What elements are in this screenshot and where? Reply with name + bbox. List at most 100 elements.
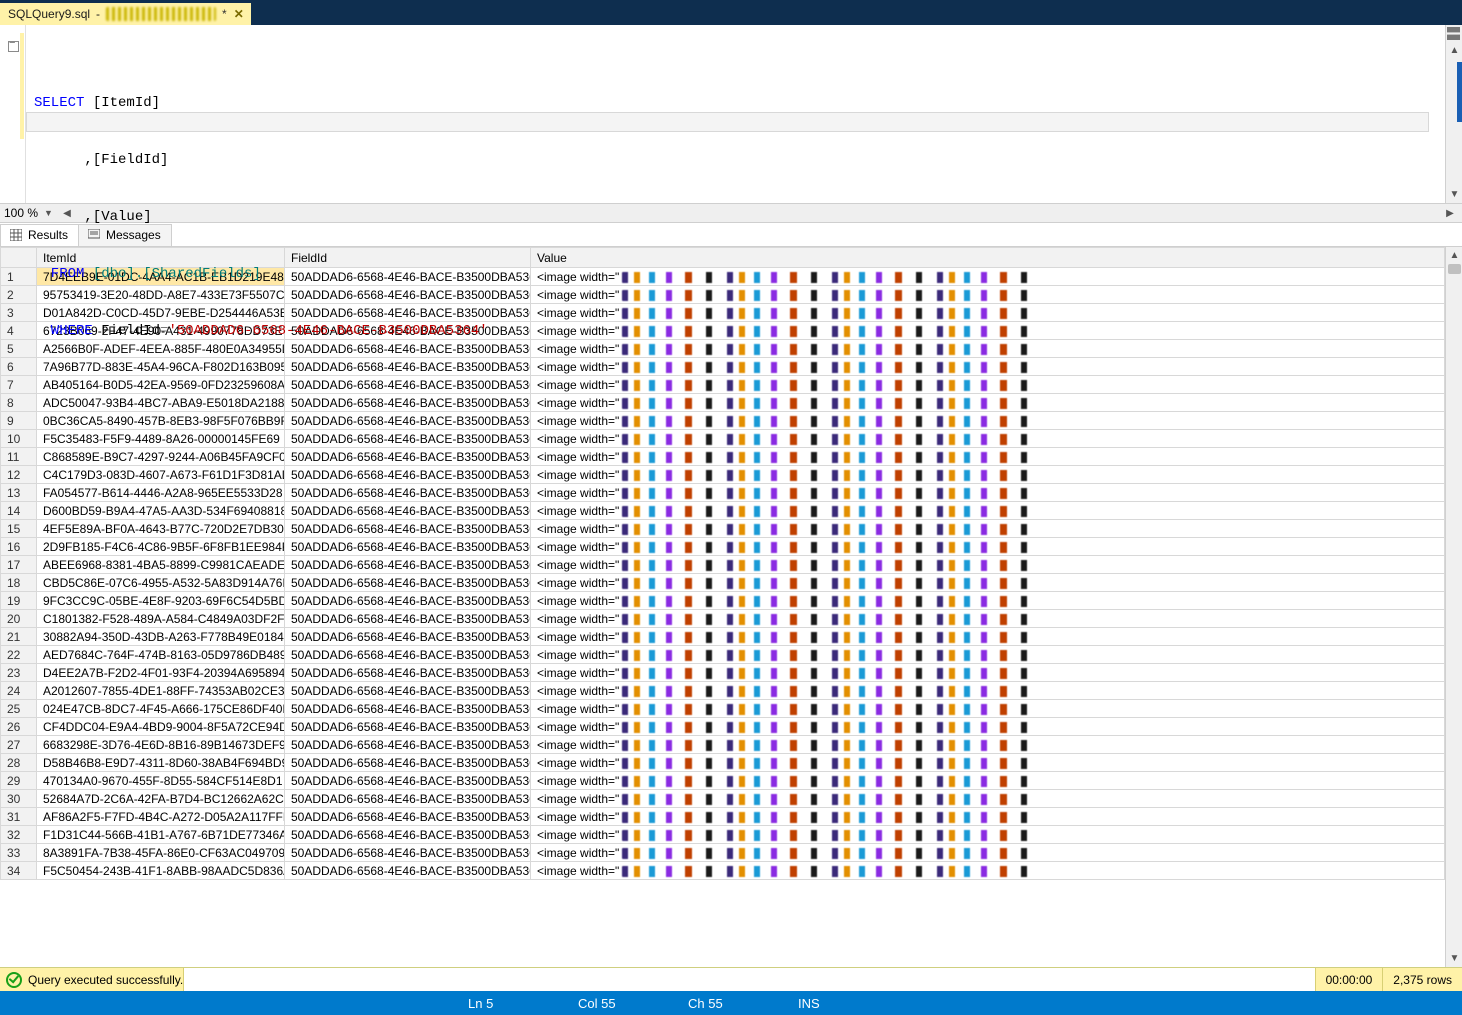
- split-pane-icon[interactable]: [1445, 25, 1462, 42]
- cell-value[interactable]: <image width=": [531, 862, 1445, 880]
- row-number[interactable]: 22: [1, 646, 37, 664]
- table-row[interactable]: 10F5C35483-F5F9-4489-8A26-00000145FE6950…: [1, 430, 1445, 448]
- cell-value[interactable]: <image width=": [531, 394, 1445, 412]
- cell-fieldid[interactable]: 50ADDAD6-6568-4E46-BACE-B3500DBA5364: [285, 844, 531, 862]
- cell-fieldid[interactable]: 50ADDAD6-6568-4E46-BACE-B3500DBA5364: [285, 304, 531, 322]
- cell-itemid[interactable]: ADC50047-93B4-4BC7-ABA9-E5018DA21883: [37, 394, 285, 412]
- cell-itemid[interactable]: A2012607-7855-4DE1-88FF-74353AB02CE3: [37, 682, 285, 700]
- cell-value[interactable]: <image width=": [531, 466, 1445, 484]
- table-row[interactable]: 20C1801382-F528-489A-A584-C4849A03DF2F50…: [1, 610, 1445, 628]
- cell-itemid[interactable]: C4C179D3-083D-4607-A673-F61D1F3D81AD: [37, 466, 285, 484]
- row-number[interactable]: 15: [1, 520, 37, 538]
- cell-value[interactable]: <image width=": [531, 736, 1445, 754]
- table-row[interactable]: 29470134A0-9670-455F-8D55-584CF514E8D150…: [1, 772, 1445, 790]
- cell-fieldid[interactable]: 50ADDAD6-6568-4E46-BACE-B3500DBA5364: [285, 646, 531, 664]
- cell-fieldid[interactable]: 50ADDAD6-6568-4E46-BACE-B3500DBA5364: [285, 700, 531, 718]
- scroll-up-icon[interactable]: ▲: [1446, 42, 1462, 59]
- table-row[interactable]: 13FA054577-B614-4446-A2A8-965EE5533D2850…: [1, 484, 1445, 502]
- cell-fieldid[interactable]: 50ADDAD6-6568-4E46-BACE-B3500DBA5364: [285, 664, 531, 682]
- table-row[interactable]: 18CBD5C86E-07C6-4955-A532-5A83D914A76F50…: [1, 574, 1445, 592]
- cell-itemid[interactable]: FA054577-B614-4446-A2A8-965EE5533D28: [37, 484, 285, 502]
- cell-itemid[interactable]: 95753419-3E20-48DD-A8E7-433E73F5507C: [37, 286, 285, 304]
- row-number[interactable]: 3: [1, 304, 37, 322]
- cell-itemid[interactable]: 4EF5E89A-BF0A-4643-B77C-720D2E7DB301: [37, 520, 285, 538]
- cell-itemid[interactable]: 6683298E-3D76-4E6D-8B16-89B14673DEF9: [37, 736, 285, 754]
- row-number[interactable]: 6: [1, 358, 37, 376]
- cell-value[interactable]: <image width=": [531, 286, 1445, 304]
- cell-fieldid[interactable]: 50ADDAD6-6568-4E46-BACE-B3500DBA5364: [285, 790, 531, 808]
- row-number[interactable]: 32: [1, 826, 37, 844]
- cell-fieldid[interactable]: 50ADDAD6-6568-4E46-BACE-B3500DBA5364: [285, 430, 531, 448]
- table-row[interactable]: 25024E47CB-8DC7-4F45-A666-175CE86DF40E50…: [1, 700, 1445, 718]
- row-number[interactable]: 5: [1, 340, 37, 358]
- row-number[interactable]: 23: [1, 664, 37, 682]
- grid-vertical-scrollbar[interactable]: ▲ ▼: [1445, 247, 1462, 967]
- code-editor[interactable]: SELECT [ItemId] ,[FieldId] ,[Value] FROM…: [26, 25, 1445, 203]
- row-number[interactable]: 31: [1, 808, 37, 826]
- table-row[interactable]: 32F1D31C44-566B-41B1-A767-6B71DE77346A50…: [1, 826, 1445, 844]
- row-number[interactable]: 4: [1, 322, 37, 340]
- table-row[interactable]: 199FC3CC9C-05BE-4E8F-9203-69F6C54D5BD850…: [1, 592, 1445, 610]
- cell-fieldid[interactable]: 50ADDAD6-6568-4E46-BACE-B3500DBA5364: [285, 394, 531, 412]
- cell-value[interactable]: <image width=": [531, 376, 1445, 394]
- cell-value[interactable]: <image width=": [531, 430, 1445, 448]
- table-row[interactable]: 31AF86A2F5-F7FD-4B4C-A272-D05A2A117FFF50…: [1, 808, 1445, 826]
- collapse-region-icon[interactable]: [6, 39, 20, 53]
- cell-itemid[interactable]: 52684A7D-2C6A-42FA-B7D4-BC12662A62C0: [37, 790, 285, 808]
- cell-fieldid[interactable]: 50ADDAD6-6568-4E46-BACE-B3500DBA5364: [285, 484, 531, 502]
- cell-value[interactable]: <image width=": [531, 718, 1445, 736]
- zoom-level[interactable]: 100 %: [4, 206, 38, 220]
- cell-itemid[interactable]: AB405164-B0D5-42EA-9569-0FD23259608A: [37, 376, 285, 394]
- row-number[interactable]: 18: [1, 574, 37, 592]
- cell-value[interactable]: <image width=": [531, 574, 1445, 592]
- row-number[interactable]: 27: [1, 736, 37, 754]
- cell-fieldid[interactable]: 50ADDAD6-6568-4E46-BACE-B3500DBA5364: [285, 538, 531, 556]
- cell-fieldid[interactable]: 50ADDAD6-6568-4E46-BACE-B3500DBA5364: [285, 358, 531, 376]
- row-number[interactable]: 1: [1, 268, 37, 286]
- cell-itemid[interactable]: A2566B0F-ADEF-4EEA-885F-480E0A34955D: [37, 340, 285, 358]
- cell-fieldid[interactable]: 50ADDAD6-6568-4E46-BACE-B3500DBA5364: [285, 592, 531, 610]
- cell-value[interactable]: <image width=": [531, 808, 1445, 826]
- cell-fieldid[interactable]: 50ADDAD6-6568-4E46-BACE-B3500DBA5364: [285, 610, 531, 628]
- cell-value[interactable]: <image width=": [531, 592, 1445, 610]
- scroll-right-icon[interactable]: ▶: [1442, 208, 1458, 219]
- cell-value[interactable]: <image width=": [531, 700, 1445, 718]
- cell-fieldid[interactable]: 50ADDAD6-6568-4E46-BACE-B3500DBA5364: [285, 808, 531, 826]
- scroll-down-icon[interactable]: ▼: [1446, 950, 1462, 967]
- row-number[interactable]: 14: [1, 502, 37, 520]
- cell-fieldid[interactable]: 50ADDAD6-6568-4E46-BACE-B3500DBA5364: [285, 772, 531, 790]
- table-row[interactable]: 28D58B46B8-E9D7-4311-8D60-38AB4F694BD950…: [1, 754, 1445, 772]
- row-number[interactable]: 29: [1, 772, 37, 790]
- cell-itemid[interactable]: 2D9FB185-F4C6-4C86-9B5F-6F8FB1EE984F: [37, 538, 285, 556]
- editor-vertical-scrollbar[interactable]: ▲ ▼: [1445, 25, 1462, 203]
- cell-value[interactable]: <image width=": [531, 340, 1445, 358]
- table-row[interactable]: 90BC36CA5-8490-457B-8EB3-98F5F076BB9F50A…: [1, 412, 1445, 430]
- cell-value[interactable]: <image width=": [531, 646, 1445, 664]
- cell-itemid[interactable]: D01A842D-C0CD-45D7-9EBE-D254446A53B4: [37, 304, 285, 322]
- scroll-up-icon[interactable]: ▲: [1446, 247, 1462, 264]
- cell-fieldid[interactable]: 50ADDAD6-6568-4E46-BACE-B3500DBA5364: [285, 574, 531, 592]
- table-row[interactable]: 24A2012607-7855-4DE1-88FF-74353AB02CE350…: [1, 682, 1445, 700]
- cell-itemid[interactable]: 024E47CB-8DC7-4F45-A666-175CE86DF40E: [37, 700, 285, 718]
- row-number[interactable]: 26: [1, 718, 37, 736]
- cell-fieldid[interactable]: 50ADDAD6-6568-4E46-BACE-B3500DBA5364: [285, 682, 531, 700]
- cell-fieldid[interactable]: 50ADDAD6-6568-4E46-BACE-B3500DBA5364: [285, 718, 531, 736]
- cell-itemid[interactable]: D58B46B8-E9D7-4311-8D60-38AB4F694BD9: [37, 754, 285, 772]
- cell-value[interactable]: <image width=": [531, 304, 1445, 322]
- table-row[interactable]: 17ABEE6968-8381-4BA5-8899-C9981CAEADEA50…: [1, 556, 1445, 574]
- row-number[interactable]: 33: [1, 844, 37, 862]
- cell-fieldid[interactable]: 50ADDAD6-6568-4E46-BACE-B3500DBA5364: [285, 376, 531, 394]
- row-number[interactable]: 8: [1, 394, 37, 412]
- cell-fieldid[interactable]: 50ADDAD6-6568-4E46-BACE-B3500DBA5364: [285, 340, 531, 358]
- scroll-down-icon[interactable]: ▼: [1446, 186, 1462, 203]
- table-row[interactable]: 5A2566B0F-ADEF-4EEA-885F-480E0A34955D50A…: [1, 340, 1445, 358]
- cell-value[interactable]: <image width=": [531, 484, 1445, 502]
- row-number[interactable]: 2: [1, 286, 37, 304]
- row-number[interactable]: 17: [1, 556, 37, 574]
- table-row[interactable]: 154EF5E89A-BF0A-4643-B77C-720D2E7DB30150…: [1, 520, 1445, 538]
- table-row[interactable]: 276683298E-3D76-4E6D-8B16-89B14673DEF950…: [1, 736, 1445, 754]
- table-row[interactable]: 23D4EE2A7B-F2D2-4F01-93F4-20394A69589450…: [1, 664, 1445, 682]
- row-number[interactable]: 10: [1, 430, 37, 448]
- table-row[interactable]: 3052684A7D-2C6A-42FA-B7D4-BC12662A62C050…: [1, 790, 1445, 808]
- cell-itemid[interactable]: C868589E-B9C7-4297-9244-A06B45FA9CF0: [37, 448, 285, 466]
